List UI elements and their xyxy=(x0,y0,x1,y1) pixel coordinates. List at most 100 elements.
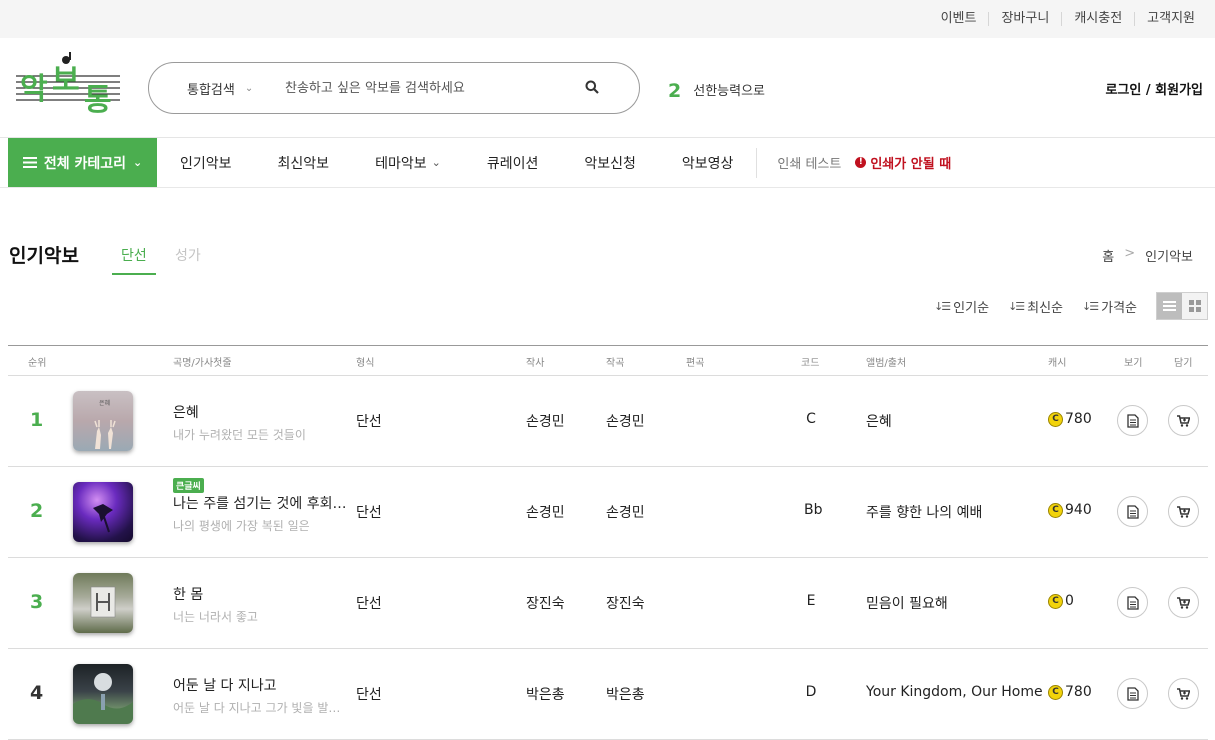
search-scope-select[interactable]: 통합검색 ⌄ xyxy=(149,79,265,98)
tab-single-line[interactable]: 단선 xyxy=(112,245,156,275)
all-categories-label: 전체 카테고리 xyxy=(43,155,126,172)
col-arranger: 편곡 xyxy=(686,358,705,369)
svg-text:통: 통 xyxy=(84,83,112,118)
album-cover[interactable]: 은혜 xyxy=(73,391,133,451)
table-row[interactable]: 4 어둔 날 다 지나고 어둔 날 다 지나고 그가 빛을 발하리 단선 박은총… xyxy=(8,649,1208,740)
sort-bar: ↓☰ 인기순 ↓☰ 최신순 ↓☰ 가격순 xyxy=(934,292,1208,320)
nav-item-curation[interactable]: 큐레이션 xyxy=(464,153,562,173)
search-box: 통합검색 ⌄ xyxy=(148,62,640,114)
album-cover[interactable] xyxy=(73,482,133,542)
song-title[interactable]: 어둔 날 다 지나고 xyxy=(173,675,348,695)
cart-link[interactable]: 장바구니 xyxy=(988,12,1061,26)
nav-item-popular[interactable]: 인기악보 xyxy=(157,153,255,173)
support-link[interactable]: 고객지원 xyxy=(1134,12,1207,26)
coin-icon: C xyxy=(1048,684,1063,700)
search-input[interactable] xyxy=(265,80,565,96)
add-to-cart-button[interactable] xyxy=(1168,678,1199,709)
nav-item-theme-label: 테마악보 xyxy=(375,155,427,172)
col-key: 코드 xyxy=(801,358,820,369)
col-lyricist: 작사 xyxy=(526,358,545,369)
trending-keyword[interactable]: 2 선한능력으로 xyxy=(668,80,765,102)
sort-icon: ↓☰ xyxy=(1082,299,1099,313)
lyricist-value: 장진숙 xyxy=(526,596,565,612)
song-title[interactable]: 은혜 xyxy=(173,402,348,422)
event-link[interactable]: 이벤트 xyxy=(929,12,989,26)
composer-value: 손경민 xyxy=(606,414,645,430)
cart-icon xyxy=(1177,414,1190,427)
sort-icon: ↓☰ xyxy=(934,299,951,313)
album-cover[interactable] xyxy=(73,573,133,633)
sheet-view-icon xyxy=(1126,413,1139,428)
search-icon[interactable] xyxy=(585,80,601,96)
breadcrumb: 홈 > 인기악보 xyxy=(1102,246,1193,265)
format-value: 단선 xyxy=(356,505,382,521)
nav-item-video[interactable]: 악보영상 xyxy=(659,153,757,173)
svg-text:은혜: 은혜 xyxy=(99,399,110,407)
menu-icon xyxy=(22,157,37,168)
key-value: C xyxy=(806,411,816,427)
nav-item-theme[interactable]: 테마악보 ⌄ xyxy=(352,153,464,173)
view-sheet-button[interactable] xyxy=(1117,587,1148,618)
view-toggle xyxy=(1156,292,1208,320)
album-cover[interactable] xyxy=(73,664,133,724)
song-first-line: 어둔 날 다 지나고 그가 빛을 발하리 xyxy=(173,701,348,715)
cash-amount: 0 xyxy=(1065,593,1074,609)
cash-value: C 780 xyxy=(1048,411,1092,427)
song-first-line: 너는 너라서 좋고 xyxy=(173,610,258,624)
coin-icon: C xyxy=(1048,593,1063,609)
print-test-link[interactable]: 인쇄 테스트 xyxy=(757,153,841,172)
breadcrumb-separator-icon: > xyxy=(1124,246,1136,261)
song-first-line: 나의 평생에 가장 복된 일은 xyxy=(173,519,310,533)
view-sheet-button[interactable] xyxy=(1117,496,1148,527)
tab-choir[interactable]: 성가 xyxy=(175,245,201,273)
view-sheet-button[interactable] xyxy=(1117,405,1148,436)
sort-latest[interactable]: ↓☰ 최신순 xyxy=(1008,297,1063,316)
utility-bar: 이벤트 장바구니 캐시충전 고객지원 xyxy=(0,0,1215,38)
table-row[interactable]: 3 한 몸 너는 너라서 좋고 단선 장진숙 장진숙 E 믿음이 필요해 C 0 xyxy=(8,558,1208,649)
composer-value: 박은총 xyxy=(606,687,645,703)
cash-amount: 780 xyxy=(1065,684,1092,700)
search-scope-label: 통합검색 xyxy=(187,82,235,98)
print-help-link[interactable]: ! 인쇄가 안될 때 xyxy=(841,153,951,172)
sort-popular-label: 인기순 xyxy=(953,300,990,316)
key-value: D xyxy=(805,684,817,700)
song-info[interactable]: 한 몸 너는 너라서 좋고 xyxy=(173,584,348,625)
table-row[interactable]: 1 은혜 은혜 내가 누려왔던 모든 것들이 단선 손경민 손경민 C 은혜 C… xyxy=(8,376,1208,467)
view-sheet-button[interactable] xyxy=(1117,678,1148,709)
song-title[interactable]: 한 몸 xyxy=(173,584,348,604)
nav-item-request[interactable]: 악보신청 xyxy=(561,153,659,173)
col-rank: 순위 xyxy=(28,358,47,369)
all-categories-button[interactable]: 전체 카테고리 ⌄ xyxy=(8,138,157,187)
song-info[interactable]: 나는 주를 섬기는 것에 후회가 없습니다 나의 평생에 가장 복된 일은 xyxy=(173,493,348,534)
sort-popular[interactable]: ↓☰ 인기순 xyxy=(934,297,989,316)
song-title[interactable]: 나는 주를 섬기는 것에 후회가 없습니다 xyxy=(173,493,348,513)
format-value: 단선 xyxy=(356,596,382,612)
cart-icon xyxy=(1177,505,1190,518)
add-to-cart-button[interactable] xyxy=(1168,496,1199,527)
site-logo[interactable]: 악 보 통 xyxy=(16,46,120,120)
sheet-view-icon xyxy=(1126,595,1139,610)
grid-view-icon[interactable] xyxy=(1182,293,1207,319)
login-signup-link[interactable]: 로그인 / 회원가입 xyxy=(1105,79,1203,98)
album-value: 주를 향한 나의 예배 xyxy=(866,505,983,521)
add-to-cart-button[interactable] xyxy=(1168,405,1199,436)
add-to-cart-button[interactable] xyxy=(1168,587,1199,618)
lyricist-value: 손경민 xyxy=(526,505,565,521)
rank-number: 2 xyxy=(30,500,44,522)
svg-text:보: 보 xyxy=(52,63,80,98)
col-cart: 담기 xyxy=(1174,358,1193,369)
song-info[interactable]: 어둔 날 다 지나고 어둔 날 다 지나고 그가 빛을 발하리 xyxy=(173,675,348,716)
cash-charge-link[interactable]: 캐시충전 xyxy=(1061,12,1134,26)
table-row[interactable]: 2 큰글씨 나는 주를 섬기는 것에 후회가 없습니다 나의 평생에 가장 복된… xyxy=(8,467,1208,558)
song-info[interactable]: 은혜 내가 누려왔던 모든 것들이 xyxy=(173,402,348,443)
nav-item-latest[interactable]: 최신악보 xyxy=(255,153,353,173)
cart-icon xyxy=(1177,596,1190,609)
sort-price[interactable]: ↓☰ 가격순 xyxy=(1082,297,1137,316)
breadcrumb-home[interactable]: 홈 xyxy=(1102,246,1114,265)
table-header: 순위 곡명/가사첫줄 형식 작사 작곡 편곡 코드 앨범/출처 캐시 보기 담기 xyxy=(8,345,1208,376)
sort-price-label: 가격순 xyxy=(1101,300,1137,316)
song-first-line: 내가 누려왔던 모든 것들이 xyxy=(173,428,306,442)
sort-latest-label: 최신순 xyxy=(1027,300,1064,316)
list-view-icon[interactable] xyxy=(1157,293,1182,319)
page-heading: 인기악보 단선 성가 홈 > 인기악보 xyxy=(0,238,1215,278)
